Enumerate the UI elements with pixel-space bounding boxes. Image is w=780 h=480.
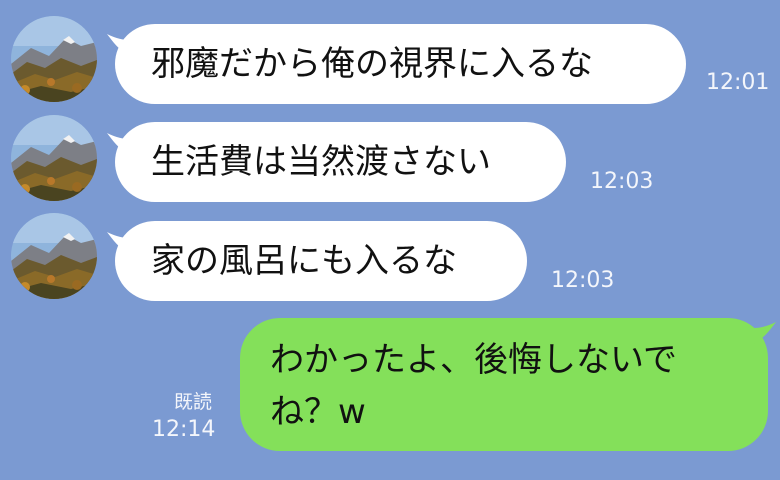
message-timestamp: 12:14 xyxy=(152,417,216,442)
mountain-avatar-icon xyxy=(11,115,97,201)
message-text: 邪魔だから俺の視界に入るな xyxy=(151,44,593,84)
mountain-avatar-icon xyxy=(11,16,97,102)
message-bubble-2[interactable]: 生活費は当然渡さない xyxy=(115,122,566,202)
message-text: 家の風呂にも入るな xyxy=(151,241,457,281)
mountain-avatar-icon xyxy=(11,213,97,299)
read-receipt: 既読 xyxy=(174,391,213,413)
contact-avatar[interactable] xyxy=(11,213,97,299)
message-text: 生活費は当然渡さない xyxy=(151,142,491,182)
contact-avatar[interactable] xyxy=(11,115,97,201)
contact-avatar[interactable] xyxy=(11,16,97,102)
message-timestamp: 12:03 xyxy=(551,268,615,293)
message-text: わかったよ、後悔しないでね？w xyxy=(270,340,677,432)
bubble-tail xyxy=(754,322,776,344)
outgoing-message-bubble[interactable]: わかったよ、後悔しないでね？w xyxy=(240,318,768,451)
message-timestamp: 12:03 xyxy=(590,169,654,194)
message-bubble-1[interactable]: 邪魔だから俺の視界に入るな xyxy=(115,24,686,104)
message-bubble-3[interactable]: 家の風呂にも入るな xyxy=(115,221,527,301)
message-timestamp: 12:01 xyxy=(706,70,770,95)
